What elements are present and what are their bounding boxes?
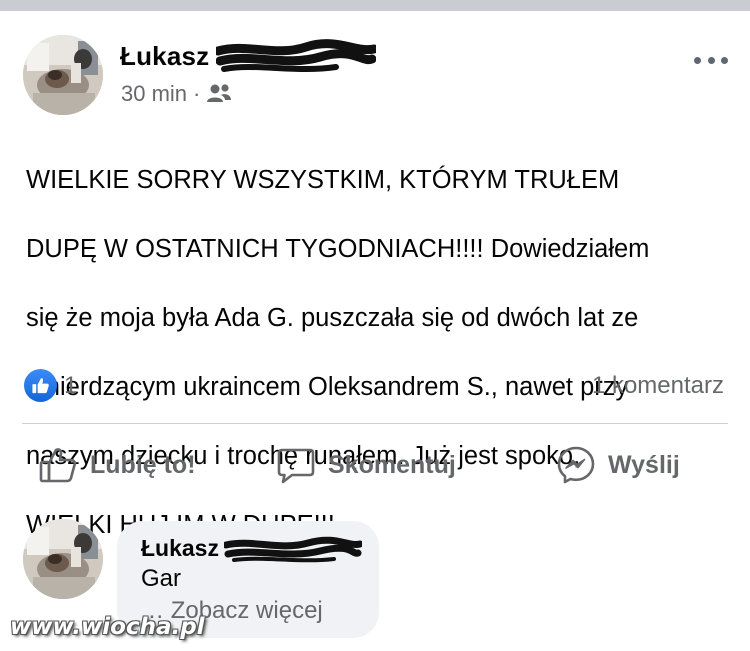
like-button-label: Lubię to! bbox=[90, 450, 196, 479]
thumbs-up-icon bbox=[32, 378, 49, 394]
messenger-icon bbox=[557, 446, 595, 484]
post-header: Łukasz 30 min · bbox=[0, 11, 750, 121]
actions-divider bbox=[22, 423, 728, 424]
author-name[interactable]: Łukasz bbox=[120, 41, 209, 72]
post-timestamp[interactable]: 30 min bbox=[121, 81, 187, 107]
comment-count-link[interactable]: 1 komentarz bbox=[592, 372, 724, 400]
friends-icon bbox=[207, 84, 232, 102]
like-button[interactable]: Lubię to! bbox=[38, 440, 196, 490]
author-avatar[interactable] bbox=[23, 35, 103, 115]
profile-photo-icon bbox=[23, 35, 103, 115]
comment-button[interactable]: Skomentuj bbox=[276, 440, 456, 490]
send-button[interactable]: Wyślij bbox=[556, 440, 680, 490]
comment-button-label: Skomentuj bbox=[328, 450, 456, 479]
post-text-line: WIELKIE SORRY WSZYSTKIM, KTÓRYM TRUŁEM bbox=[26, 165, 620, 194]
profile-photo-icon bbox=[23, 519, 103, 599]
post-text-line: DUPĘ W OSTATNICH TYGODNIACH!!!! Dowiedzi… bbox=[26, 234, 650, 263]
redaction-scribble bbox=[216, 39, 376, 72]
post-body: WIELKIE SORRY WSZYSTKIM, KTÓRYM TRUŁEM D… bbox=[26, 128, 726, 577]
more-dot bbox=[694, 56, 701, 64]
comment-author-name[interactable]: Łukasz bbox=[141, 535, 219, 562]
send-button-label: Wyślij bbox=[608, 450, 680, 479]
post-meta: 30 min · bbox=[121, 80, 232, 108]
like-count[interactable]: 1 bbox=[64, 372, 77, 400]
like-reaction-icon[interactable] bbox=[24, 369, 57, 402]
comment-bubble-icon bbox=[277, 448, 315, 484]
feed-separator bbox=[0, 0, 750, 11]
reactions-summary: 1 1 komentarz bbox=[24, 369, 724, 403]
more-dot bbox=[721, 56, 728, 64]
more-dot bbox=[707, 56, 715, 64]
comment-text: Gar bbox=[141, 565, 182, 592]
more-dots-icon[interactable] bbox=[694, 53, 728, 67]
post-actions-bar: Lubię to! Skomentuj Wyślij bbox=[0, 440, 750, 490]
post-text-line: się że moja była Ada G. puszczała się od… bbox=[26, 303, 639, 332]
redaction-scribble bbox=[224, 536, 362, 563]
site-watermark: www.wiocha.pl bbox=[10, 614, 205, 640]
thumbs-up-outline-icon bbox=[39, 448, 77, 483]
meta-separator: · bbox=[193, 81, 201, 106]
commenter-avatar[interactable] bbox=[23, 519, 103, 599]
